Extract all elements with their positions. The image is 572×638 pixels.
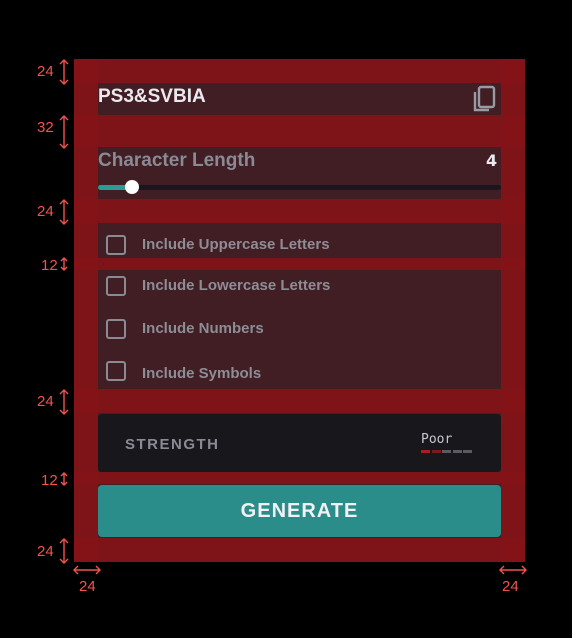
dim-label-header: 32 <box>37 119 54 136</box>
length-slider-thumb[interactable] <box>125 180 139 194</box>
strength-label: STRENGTH <box>125 436 220 453</box>
dim-label-top: 24 <box>37 63 54 80</box>
dim-label-generate: 12 <box>41 472 58 489</box>
option-label: Include Lowercase Letters <box>142 277 331 294</box>
option-label: Include Symbols <box>142 365 262 382</box>
dim-label-length: 24 <box>37 203 54 220</box>
strength-bar <box>442 450 451 453</box>
strength-value: Poor <box>421 432 453 447</box>
strength-bar <box>431 450 441 453</box>
dim-label-option: 12 <box>41 257 58 274</box>
dim-arrow-right <box>499 565 527 575</box>
character-length-label: Character Length <box>98 150 256 171</box>
generate-button[interactable]: GENERATE <box>98 485 501 537</box>
dim-label-right: 24 <box>502 578 519 595</box>
checkbox-icon[interactable] <box>106 235 126 255</box>
dim-arrow-top <box>59 59 69 85</box>
option-label: Include Numbers <box>142 320 264 337</box>
dim-label-left: 24 <box>79 578 96 595</box>
checkbox-icon[interactable] <box>106 276 126 296</box>
strength-bar <box>421 450 430 453</box>
option-label: Include Uppercase Letters <box>142 236 330 253</box>
dim-arrow-left <box>73 565 101 575</box>
dim-label-strength: 24 <box>37 393 54 410</box>
dim-arrow-bottom <box>59 538 69 564</box>
strength-bar <box>463 450 472 453</box>
checkbox-icon[interactable] <box>106 319 126 339</box>
dim-arrow-generate <box>60 472 68 486</box>
dim-arrow-strength <box>59 389 69 415</box>
dim-arrow-header <box>59 115 69 149</box>
character-length-value: 4 <box>486 151 498 170</box>
dim-label-bottom: 24 <box>37 543 54 560</box>
copy-icon[interactable] <box>470 84 498 114</box>
strength-bar <box>452 450 462 453</box>
dim-arrow-length <box>59 199 69 225</box>
length-slider-track[interactable] <box>98 185 501 190</box>
password-value: PS3&SVBIA <box>98 86 206 107</box>
dim-arrow-option <box>60 257 68 271</box>
checkbox-icon[interactable] <box>106 361 126 381</box>
